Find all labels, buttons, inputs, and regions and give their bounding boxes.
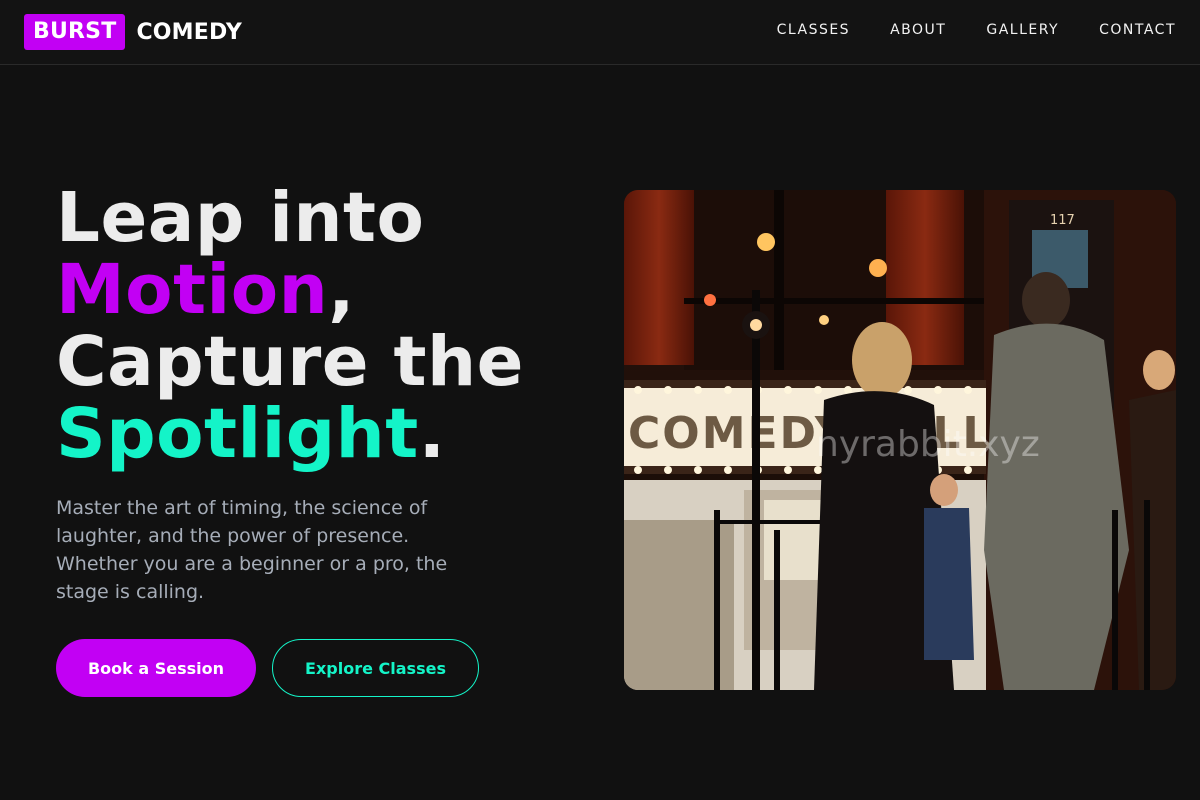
- nav-link-contact[interactable]: CONTACT: [1099, 22, 1176, 38]
- book-session-button[interactable]: Book a Session: [56, 639, 256, 697]
- nav-link-about[interactable]: ABOUT: [890, 22, 946, 38]
- comedy-club-photo-illustration: 117 COMEDY CELLAR nyrabbit.xyz: [624, 190, 1176, 690]
- headline-period: .: [418, 394, 446, 474]
- headline-line-3: Capture the: [56, 322, 524, 402]
- headline-line-1: Leap into: [56, 178, 425, 258]
- headline-comma: ,: [328, 250, 355, 330]
- headline-accent-motion: Motion: [56, 250, 329, 330]
- nav-link-gallery[interactable]: GALLERY: [986, 22, 1059, 38]
- headline-accent-spotlight: Spotlight: [56, 394, 419, 474]
- hero-description: Master the art of timing, the science of…: [56, 497, 448, 603]
- logo-highlight-box: BURST: [24, 14, 126, 50]
- nav-link-classes[interactable]: CLASSES: [777, 22, 850, 38]
- photo-watermark: nyrabbit.xyz: [816, 424, 1040, 465]
- main-nav: CLASSES ABOUT GALLERY CONTACT: [737, 0, 1176, 60]
- headline-line-4: Spotlight.: [56, 398, 596, 470]
- headline-line-2: Motion,: [56, 254, 596, 326]
- top-navigation-bar: BURST COMEDY CLASSES ABOUT GALLERY CONTA…: [0, 0, 1200, 65]
- hero-headline: Leap into Motion, Capture the Spotlight.: [56, 182, 596, 470]
- logo-text: COMEDY: [136, 19, 242, 45]
- door-number-label: 117: [1050, 213, 1075, 228]
- explore-classes-button[interactable]: Explore Classes: [272, 639, 479, 697]
- brand-logo[interactable]: BURST COMEDY: [24, 14, 242, 50]
- hero-photo: 117 COMEDY CELLAR nyrabbit.xyz: [624, 190, 1176, 690]
